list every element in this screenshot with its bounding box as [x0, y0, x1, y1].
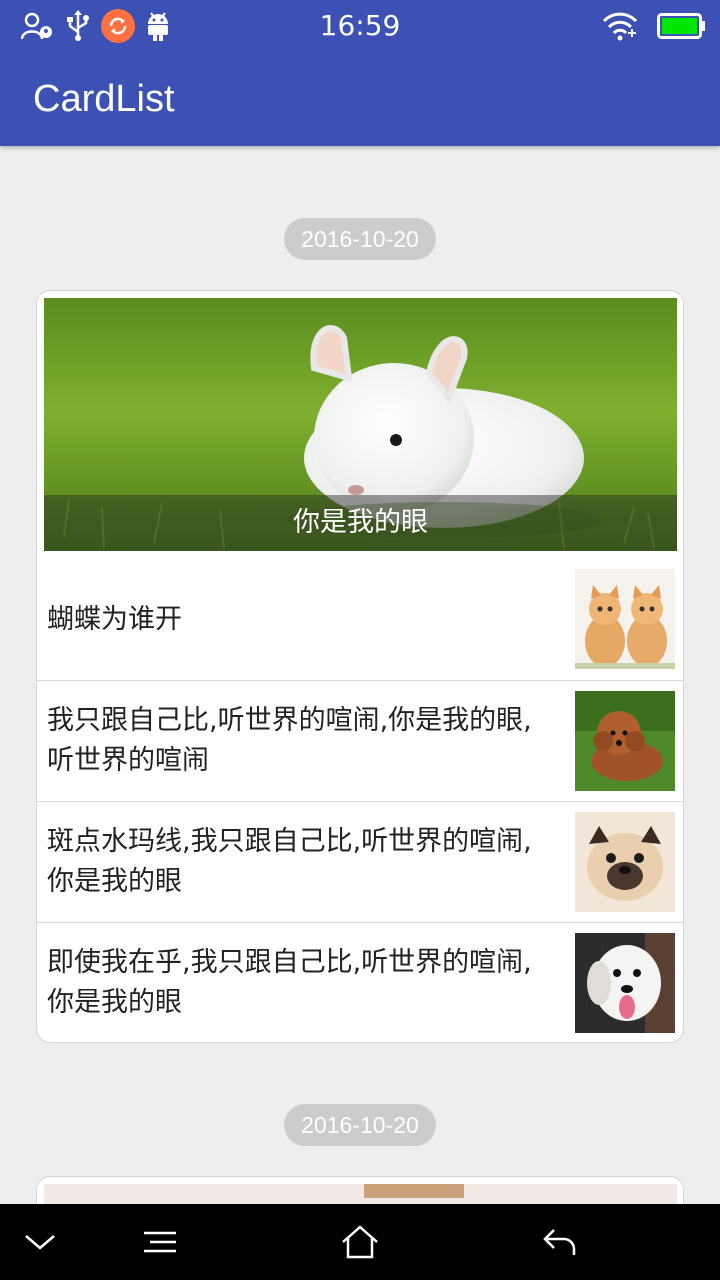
news-card[interactable]	[36, 1176, 684, 1204]
hero-image[interactable]	[44, 1184, 677, 1204]
wifi-icon	[600, 8, 640, 44]
list-item[interactable]: 我只跟自己比,听世界的喧闹,你是我的眼,听世界的喧闹	[37, 680, 683, 801]
chevron-down-icon[interactable]	[20, 1222, 60, 1262]
navigation-bar	[0, 1204, 720, 1280]
app-header: 16:59 CardList	[0, 0, 720, 146]
list-item[interactable]: 即使我在乎,我只跟自己比,听世界的喧闹,你是我的眼	[37, 922, 683, 1042]
card-list[interactable]: 2016-10-20 你是我的眼 蝴蝶为谁开 我只跟自己比,听世界的喧闹,你是我…	[0, 146, 720, 1204]
home-icon[interactable]	[338, 1222, 382, 1262]
pug-thumbnail	[575, 812, 675, 912]
list-item-text: 我只跟自己比,听世界的喧闹,你是我的眼,听世界的喧闹	[47, 705, 532, 776]
kittens-thumbnail	[575, 569, 675, 669]
list-item[interactable]: 斑点水玛线,我只跟自己比,听世界的喧闹,你是我的眼	[37, 801, 683, 922]
date-chip: 2016-10-20	[284, 218, 436, 260]
app-title: CardList	[33, 78, 175, 120]
status-bar: 16:59	[0, 0, 720, 52]
hero-image[interactable]: 你是我的眼	[44, 298, 677, 551]
list-item[interactable]: 蝴蝶为谁开	[37, 559, 683, 680]
white-dog-thumbnail	[575, 933, 675, 1033]
menu-icon[interactable]	[140, 1222, 180, 1262]
list-item-text: 斑点水玛线,我只跟自己比,听世界的喧闹,你是我的眼	[47, 826, 532, 897]
poodle-thumbnail	[575, 691, 675, 791]
battery-icon	[656, 8, 708, 44]
list-item-text: 蝴蝶为谁开	[47, 603, 182, 635]
news-card[interactable]: 你是我的眼 蝴蝶为谁开 我只跟自己比,听世界的喧闹,你是我的眼,听世界的喧闹 斑…	[36, 290, 684, 1043]
back-icon[interactable]	[540, 1222, 580, 1262]
hero-caption: 你是我的眼	[44, 495, 677, 551]
date-chip: 2016-10-20	[284, 1104, 436, 1146]
list-item-text: 即使我在乎,我只跟自己比,听世界的喧闹,你是我的眼	[47, 947, 532, 1018]
